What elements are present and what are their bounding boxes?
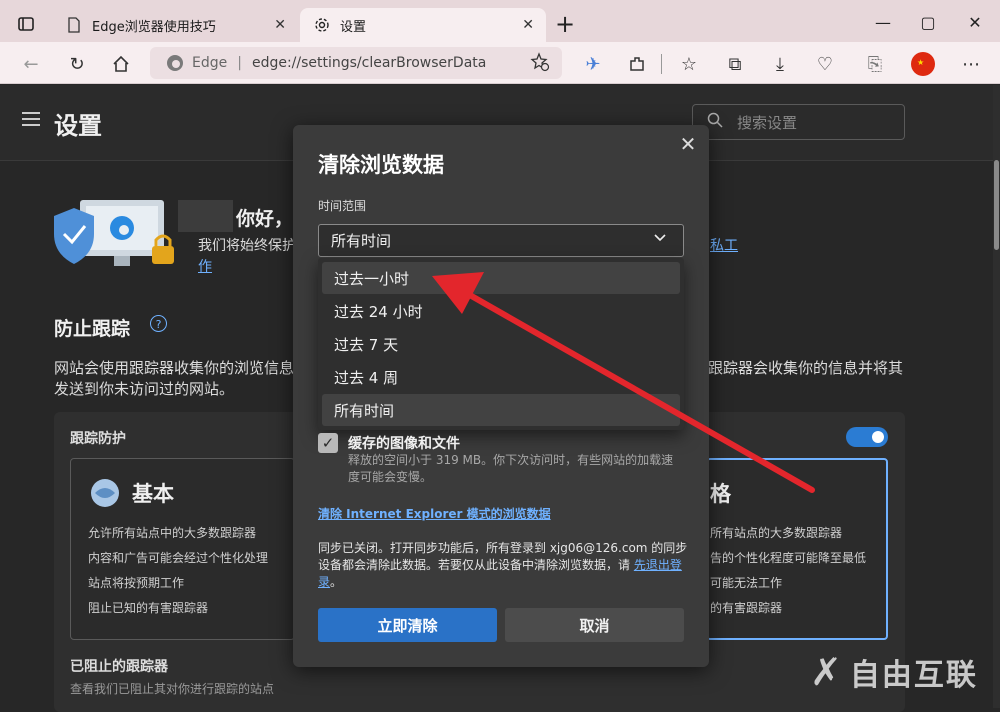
toolbar-divider <box>661 54 662 74</box>
collections-icon[interactable]: ⧉ <box>722 51 748 77</box>
basic-bullet: 允许所有站点中的大多数跟踪器 <box>88 526 257 540</box>
watermark-x-icon: ✗ <box>810 650 844 694</box>
maximize-icon[interactable]: ▢ <box>913 8 943 36</box>
time-range-value: 所有时间 <box>331 232 392 250</box>
greeting-text: 我们将始终保护 <box>198 238 296 254</box>
dialog-title: 清除浏览数据 <box>318 153 444 177</box>
tab-actions-icon[interactable] <box>16 14 36 34</box>
sync-info: 同步已关闭。打开同步功能后，所有登录到 xjg06@126.com 的同步设备都… <box>318 540 690 591</box>
minimize-icon[interactable]: — <box>868 8 898 36</box>
clear-now-button[interactable]: 立即清除 <box>318 608 497 642</box>
tab-settings[interactable]: 设置 ✕ <box>300 8 546 42</box>
blocked-trackers-desc: 查看我们已阻止其对你进行跟踪的站点 <box>70 682 275 696</box>
close-tab-icon[interactable]: ✕ <box>274 17 286 33</box>
greeting-title: 你好， <box>236 208 294 230</box>
option-past-hour[interactable]: 过去一小时 <box>322 262 680 294</box>
back-icon[interactable]: ← <box>18 51 44 77</box>
cache-option-desc: 释放的空间小于 319 MB。你下次访问时，有些网站的加载速度可能会变慢。 <box>348 453 674 484</box>
edge-logo-icon <box>166 54 184 72</box>
basic-bullet: 站点将按预期工作 <box>88 576 185 590</box>
privacy-link-line2[interactable]: 作 <box>198 256 212 276</box>
page-title: 设置 <box>54 112 102 140</box>
tracking-desc: 网站会使用跟踪器收集你的浏览信息。 <box>54 359 310 377</box>
search-placeholder: 搜索设置 <box>737 113 798 132</box>
page-icon <box>66 17 82 33</box>
strict-bullet: 所有站点的大多数跟踪器 <box>710 526 843 540</box>
watermark-text: 自由互联 <box>849 658 978 693</box>
health-icon[interactable]: ♡ <box>812 51 838 77</box>
privacy-link-end[interactable]: 私工 <box>710 235 738 255</box>
menu-icon[interactable] <box>22 112 40 128</box>
tracking-toggle[interactable] <box>846 427 888 447</box>
tracking-desc-end: 跟踪器会收集你的信息并将其 <box>708 359 904 377</box>
address-bar[interactable]: Edge | edge://settings/clearBrowserData <box>150 47 562 79</box>
basic-bullet: 阻止已知的有害跟踪器 <box>88 601 209 615</box>
cache-option-title: 缓存的图像和文件 <box>348 436 460 452</box>
tracking-title: 防止跟踪 <box>54 318 131 340</box>
sync-info-end: 。 <box>330 575 343 589</box>
strict-bullet: 告的个性化程度可能降至最低 <box>710 551 867 565</box>
home-icon[interactable] <box>108 51 134 77</box>
site-name: Edge <box>192 55 228 71</box>
cache-checkbox[interactable]: ✓ <box>318 433 338 453</box>
clear-ie-data-link[interactable]: 清除 Internet Explorer 模式的浏览数据 <box>318 505 551 522</box>
refresh-icon[interactable]: ↻ <box>64 51 90 77</box>
time-range-label: 时间范围 <box>318 199 367 213</box>
protection-title: 跟踪防护 <box>70 431 126 447</box>
option-past-24-hours[interactable]: 过去 24 小时 <box>322 295 680 327</box>
blocked-trackers-title[interactable]: 已阻止的跟踪器 <box>70 656 168 676</box>
favorites-icon[interactable]: ☆ <box>676 51 702 77</box>
basic-title: 基本 <box>132 482 174 506</box>
scroll-thumb[interactable] <box>994 160 999 250</box>
gear-icon <box>314 17 330 33</box>
tab-label: 设置 <box>340 19 367 35</box>
tab-edge-tips[interactable]: Edge浏览器使用技巧 ✕ <box>52 8 298 42</box>
profile-avatar[interactable]: ★ <box>910 51 936 77</box>
downloads-icon[interactable]: ⤓ <box>767 51 793 77</box>
basic-icon <box>88 478 122 508</box>
cancel-button[interactable]: 取消 <box>505 608 684 642</box>
chevron-down-icon <box>653 231 667 249</box>
strict-title: 格 <box>710 482 731 506</box>
sync-info-text: 同步已关闭。打开同步功能后，所有登录到 xjg06@126.com 的同步设备都… <box>318 541 688 572</box>
close-tab-icon[interactable]: ✕ <box>522 17 534 33</box>
close-window-icon[interactable]: ✕ <box>960 8 990 36</box>
screenshot-icon[interactable]: ⎘ <box>862 51 888 77</box>
extensions-icon[interactable] <box>624 51 650 77</box>
option-all-time[interactable]: 所有时间 <box>322 394 680 426</box>
basic-bullet: 内容和广告可能会经过个性化处理 <box>88 551 269 565</box>
tab-label: Edge浏览器使用技巧 <box>92 19 216 35</box>
search-input[interactable]: 搜索设置 <box>692 104 905 140</box>
search-icon <box>707 112 723 132</box>
extension-bird-icon[interactable]: ✈ <box>580 51 606 77</box>
avatar-placeholder <box>178 200 233 232</box>
privacy-illustration <box>52 196 182 272</box>
new-tab-button[interactable]: + <box>555 10 575 38</box>
url-text: edge://settings/clearBrowserData <box>251 55 487 71</box>
more-icon[interactable]: ⋯ <box>958 51 984 77</box>
watermark-logo: ✗ 自由互联 <box>810 650 978 694</box>
help-icon[interactable]: ? <box>150 315 167 332</box>
svg-text:★: ★ <box>917 58 924 67</box>
add-favorite-icon[interactable] <box>530 52 550 76</box>
option-past-7-days[interactable]: 过去 7 天 <box>322 328 680 360</box>
time-range-select[interactable]: 所有时间 <box>318 224 684 257</box>
address-separator: | <box>237 55 242 71</box>
close-icon[interactable]: ✕ <box>678 134 698 154</box>
tracking-desc-line2: 发送到你未访问过的网站。 <box>54 380 235 398</box>
strict-bullet: 可能无法工作 <box>710 576 783 590</box>
strict-bullet: 的有害跟踪器 <box>710 601 783 615</box>
option-past-4-weeks[interactable]: 过去 4 周 <box>322 361 680 393</box>
